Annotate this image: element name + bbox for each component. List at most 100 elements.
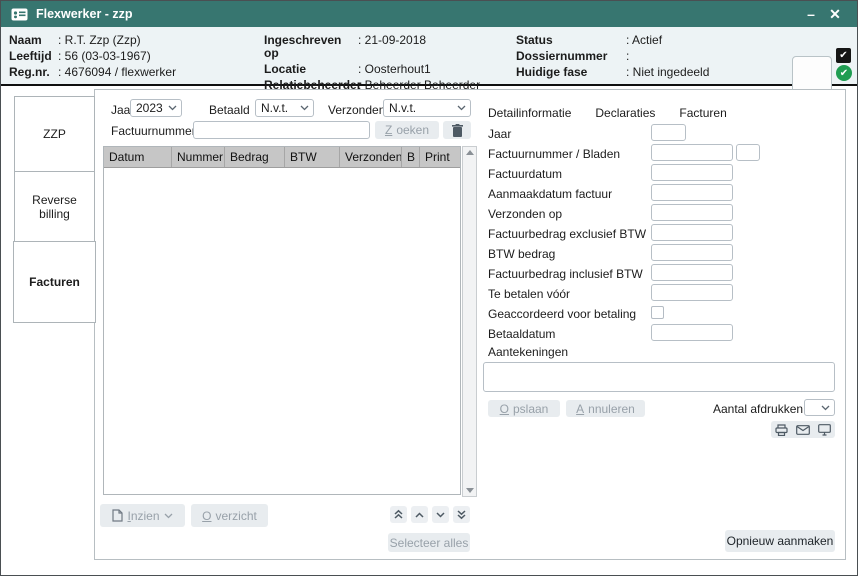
- green-check-icon[interactable]: ✔: [836, 65, 852, 81]
- window-title: Flexwerker - zzp: [36, 7, 133, 21]
- tab-label: ZZP: [43, 127, 66, 141]
- aanmaakdatum-label: Aanmaakdatum factuur: [488, 187, 612, 201]
- chevron-down-icon: [164, 513, 173, 519]
- btw-bedrag-input[interactable]: [651, 244, 733, 261]
- invoice-table-body[interactable]: [104, 168, 460, 495]
- tab-zzp[interactable]: ZZP: [14, 96, 95, 172]
- factuurdatum-input[interactable]: [651, 164, 733, 181]
- aantekeningen-textarea[interactable]: [483, 362, 835, 392]
- annuleren-button[interactable]: Annuleren: [566, 400, 645, 417]
- betaald-select-value: N.v.t.: [261, 101, 288, 115]
- field-value: 4676094 / flexwerker: [58, 66, 176, 79]
- btw-bedrag-label: BTW bedrag: [488, 247, 555, 261]
- minimize-button[interactable]: –: [799, 6, 823, 22]
- field-value: 56 (03-03-1967): [58, 50, 151, 63]
- column-header[interactable]: Nummer: [172, 147, 225, 167]
- inzien-button[interactable]: Inzien: [100, 504, 185, 527]
- aantal-afdrukken-label: Aantal afdrukken: [713, 402, 803, 416]
- opnieuw-aanmaken-button[interactable]: Opnieuw aanmaken: [725, 530, 835, 552]
- factuurnummer-field-input[interactable]: [651, 144, 733, 161]
- double-chevron-down-icon: [456, 509, 467, 520]
- monitor-icon: [818, 424, 831, 436]
- tab-facturen[interactable]: Facturen: [13, 241, 96, 323]
- column-header[interactable]: BTW: [285, 147, 340, 167]
- factuurnummer-bladen-label: Factuurnummer / Bladen: [488, 147, 620, 161]
- verzonden-select[interactable]: N.v.t.: [383, 99, 471, 117]
- te-betalen-voor-input[interactable]: [651, 284, 733, 301]
- field-label: Dossiernummer: [516, 50, 626, 63]
- facturen-panel: Jaar 2023 Betaald N.v.t. Verzonden N.v.t…: [94, 89, 846, 560]
- bladen-field-input[interactable]: [736, 144, 760, 161]
- jaar-select[interactable]: 2023: [130, 99, 182, 117]
- print-button[interactable]: [775, 424, 788, 436]
- factuurnummer-label: Factuurnummer: [111, 124, 196, 138]
- opslaan-button[interactable]: Opslaan: [488, 400, 560, 417]
- column-header[interactable]: Bedrag: [225, 147, 285, 167]
- field-value: R.T. Zzp (Zzp): [58, 34, 141, 47]
- chevron-down-icon: [168, 105, 177, 111]
- detail-tabs: Detailinformatie Declaraties Facturen: [488, 106, 727, 120]
- inzien-label: Inzien: [127, 509, 159, 523]
- chevron-down-icon: [457, 105, 466, 111]
- table-scrollbar[interactable]: [462, 146, 477, 497]
- verzonden-op-input[interactable]: [651, 204, 733, 221]
- invoice-table-header: Datum Nummer Bedrag BTW Verzonden B Prin…: [104, 147, 460, 168]
- tab-label: Facturen: [29, 275, 80, 289]
- double-chevron-up-icon: [393, 509, 404, 520]
- screen-preview-button[interactable]: [818, 424, 831, 436]
- jaar-field-input[interactable]: [651, 124, 686, 141]
- overzicht-button[interactable]: Overzicht: [191, 504, 268, 527]
- first-record-button[interactable]: [390, 506, 407, 523]
- field-label: Leeftijd: [9, 50, 58, 63]
- scroll-down-icon[interactable]: [466, 488, 474, 493]
- field-value: Actief: [626, 34, 662, 47]
- header-column-2: Ingeschreven op21-09-2018 LocatieOosterh…: [264, 34, 480, 92]
- trash-icon: [452, 124, 463, 137]
- geaccordeerd-checkbox[interactable]: [651, 306, 664, 319]
- tab-detailinformatie[interactable]: Detailinformatie: [488, 106, 571, 120]
- selecteer-alles-button[interactable]: Selecteer alles: [388, 533, 470, 552]
- te-betalen-voor-label: Te betalen vóór: [488, 287, 570, 301]
- column-header[interactable]: Print: [420, 147, 460, 167]
- chevron-up-icon: [414, 511, 425, 519]
- bedrag-exclusief-label: Factuurbedrag exclusief BTW: [488, 227, 646, 241]
- envelope-icon: [796, 425, 810, 435]
- last-record-button[interactable]: [453, 506, 470, 523]
- next-record-button[interactable]: [432, 506, 449, 523]
- chevron-down-icon: [821, 405, 830, 411]
- email-button[interactable]: [796, 425, 810, 435]
- bedrag-exclusief-input[interactable]: [651, 224, 733, 241]
- tab-declaraties[interactable]: Declaraties: [595, 106, 655, 120]
- aanmaakdatum-input[interactable]: [651, 184, 733, 201]
- scroll-up-icon[interactable]: [466, 150, 474, 155]
- betaald-select[interactable]: N.v.t.: [255, 99, 314, 117]
- factuurnummer-input[interactable]: [193, 121, 370, 139]
- betaald-label: Betaald: [209, 103, 250, 117]
- black-check-icon[interactable]: ✔: [836, 48, 851, 63]
- titlebar: Flexwerker - zzp – ✕: [1, 1, 857, 27]
- previous-record-button[interactable]: [411, 506, 428, 523]
- tab-reverse-billing[interactable]: Reverse billing: [14, 171, 95, 242]
- jaar-field-label: Jaar: [488, 127, 511, 141]
- geaccordeerd-label: Geaccordeerd voor betaling: [488, 307, 636, 321]
- jaar-select-value: 2023: [136, 101, 163, 115]
- field-label: Status: [516, 34, 626, 47]
- flexwerker-window: Flexwerker - zzp – ✕ NaamR.T. Zzp (Zzp) …: [0, 0, 858, 576]
- field-label: Naam: [9, 34, 58, 47]
- tab-facturen-detail[interactable]: Facturen: [679, 106, 726, 120]
- field-value: 21-09-2018: [358, 34, 426, 60]
- betaaldatum-input[interactable]: [651, 324, 733, 341]
- aantekeningen-label: Aantekeningen: [488, 345, 568, 359]
- column-header[interactable]: B: [402, 147, 420, 167]
- column-header[interactable]: Verzonden: [340, 147, 402, 167]
- field-value: Niet ingedeeld: [626, 66, 709, 79]
- zoeken-button[interactable]: Zoeken: [375, 121, 439, 139]
- aantal-afdrukken-select[interactable]: [804, 399, 835, 416]
- invoice-table[interactable]: Datum Nummer Bedrag BTW Verzonden B Prin…: [103, 146, 461, 495]
- bedrag-inclusief-input[interactable]: [651, 264, 733, 281]
- record-navigation: [390, 506, 470, 523]
- close-button[interactable]: ✕: [823, 6, 847, 23]
- field-value: Oosterhout1: [358, 63, 431, 76]
- column-header[interactable]: Datum: [104, 147, 172, 167]
- delete-button[interactable]: [443, 121, 471, 139]
